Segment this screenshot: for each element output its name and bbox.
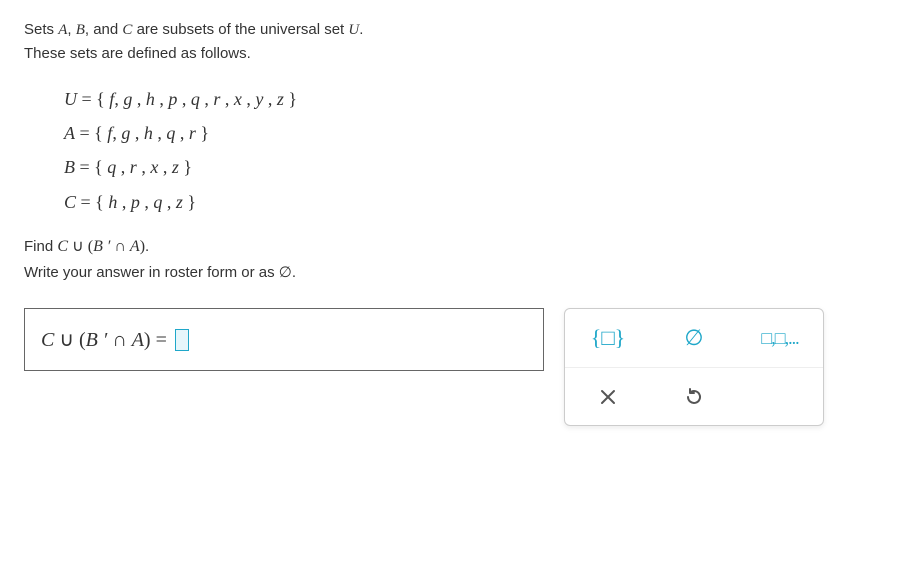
answer-input[interactable] xyxy=(175,329,189,351)
tool-panel: {□} ∅ □,□,... xyxy=(564,308,824,426)
def-A: A = { f, g , h , q , r } xyxy=(64,116,878,150)
problem-line-2: These sets are defined as follows. xyxy=(24,42,878,66)
problem-line-1: Sets A, B, and C are subsets of the univ… xyxy=(24,18,878,42)
tool-braces[interactable]: {□} xyxy=(572,314,644,362)
set-definitions: U = { f, g , h , p , q , r , x , y , z }… xyxy=(64,82,878,219)
def-C: C = { h , p , q , z } xyxy=(64,185,878,219)
empty-set-icon: ∅ xyxy=(684,325,703,351)
braces-icon: {□} xyxy=(591,325,625,351)
tool-sequence[interactable]: □,□,... xyxy=(744,314,816,362)
question-prompt: Find C ∪ (B ′ ∩ A). Write your answer in… xyxy=(24,233,878,287)
def-B: B = { q , r , x , z } xyxy=(64,150,878,184)
sequence-icon: □,□,... xyxy=(761,328,798,349)
close-icon xyxy=(599,388,617,406)
reset-icon xyxy=(684,387,704,407)
answer-box[interactable]: C ∪ (B ′ ∩ A) = xyxy=(24,308,544,371)
tool-reset[interactable] xyxy=(658,373,730,421)
tool-clear[interactable] xyxy=(572,373,644,421)
def-U: U = { f, g , h , p , q , r , x , y , z } xyxy=(64,82,878,116)
tool-empty-set[interactable]: ∅ xyxy=(658,314,730,362)
